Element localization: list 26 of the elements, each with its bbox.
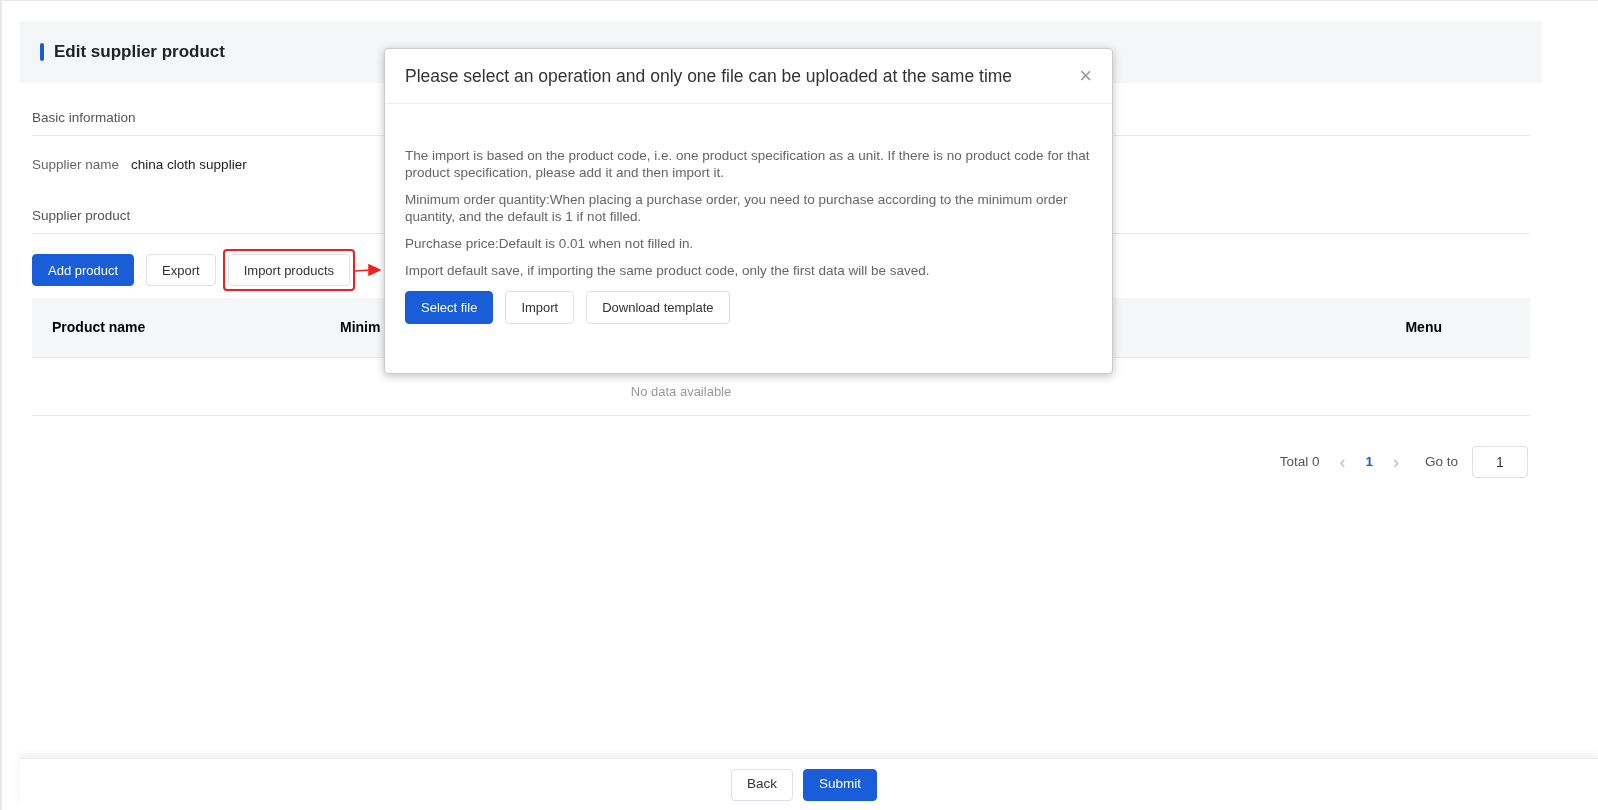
field-label: Supplier name — [32, 156, 120, 174]
instruction-text: Purchase price:Default is 0.01 when not filled in. — [405, 235, 695, 252]
section-heading: Basic information — [32, 110, 136, 125]
dialog-button[interactable]: Select file — [405, 291, 494, 324]
dialog-button[interactable]: Download template — [586, 291, 730, 324]
total-count: Total 0 — [1279, 453, 1320, 472]
field-value: china cloth supplier — [131, 156, 247, 174]
dialog-button[interactable]: Import — [505, 291, 575, 324]
toolbar-button[interactable]: Add product — [32, 254, 135, 287]
page-title: Edit supplier product — [54, 41, 225, 64]
empty-message: No data available — [630, 382, 732, 401]
column-header: Minim — [340, 318, 382, 338]
column-header: Product name — [51, 318, 147, 338]
footer-button[interactable]: Back — [730, 768, 793, 801]
footer-button[interactable]: Submit — [803, 768, 877, 801]
instruction-text: Minimum order quantity:When placing a purchase order, you need to purchase according to the minimum order quantity, and the default is 1 if not filled. — [405, 191, 1069, 225]
page-number[interactable]: 1 — [1365, 452, 1373, 473]
column-header: Menu — [1405, 318, 1442, 338]
toolbar-button[interactable]: Export — [146, 254, 216, 287]
section-heading: Supplier product — [32, 208, 131, 224]
page-input[interactable]: 1 — [1472, 446, 1528, 479]
instruction-text: Import default save, if importing the same product code, only the first data will be saved. — [405, 262, 931, 279]
toolbar-button[interactable]: Import products — [227, 254, 350, 287]
instruction-text: The import is based on the product code, i.e. one product specification as a unit. If there is no product code for that product specification, please add it and then import it. — [405, 147, 1091, 181]
dialog-title: Please select an operation and only one file can be uploaded at the same time — [405, 64, 1013, 88]
goto-label: Go to — [1424, 453, 1458, 472]
